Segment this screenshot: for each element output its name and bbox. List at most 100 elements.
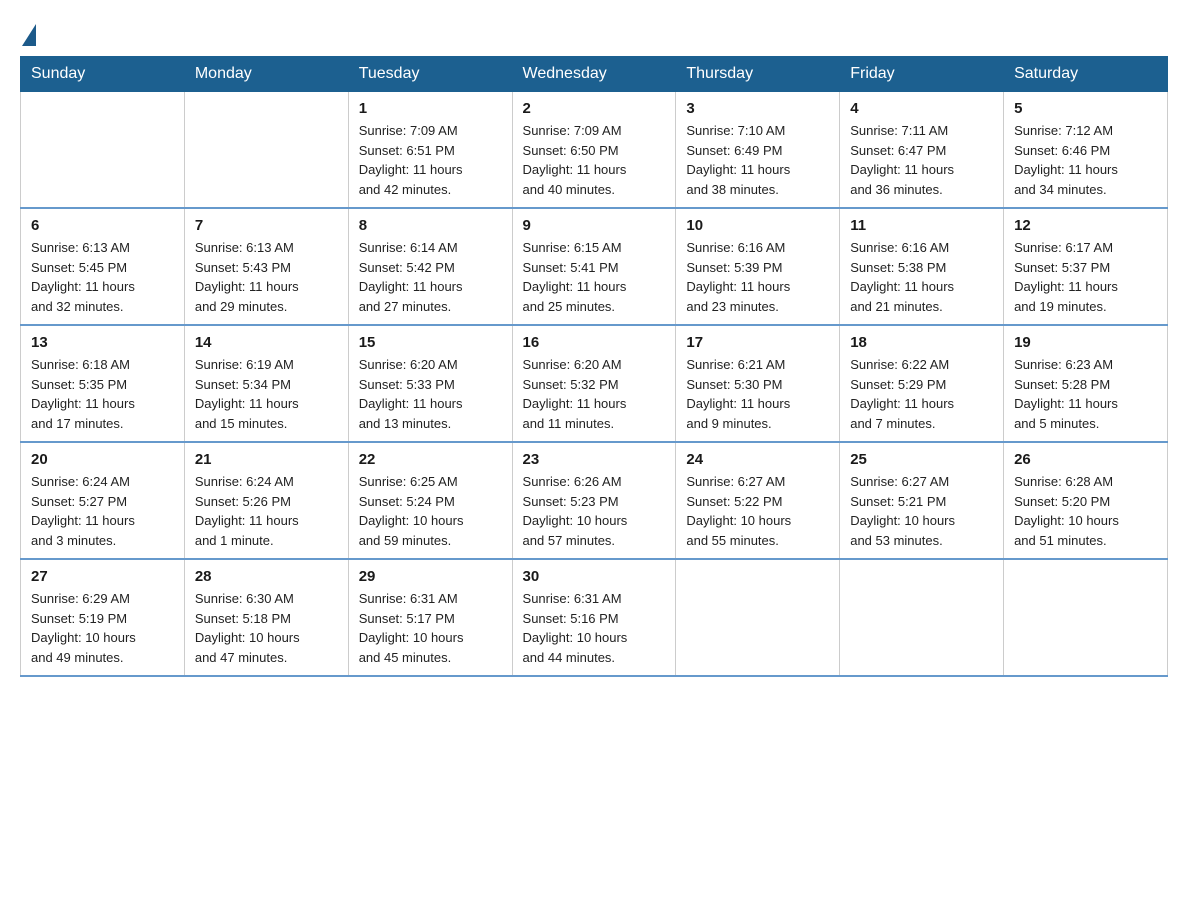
day-number: 4: [850, 100, 993, 117]
day-number: 9: [523, 217, 666, 234]
day-number: 11: [850, 217, 993, 234]
day-info: Sunrise: 6:13 AM Sunset: 5:43 PM Dayligh…: [195, 238, 338, 316]
calendar-week-5: 27 Sunrise: 6:29 AM Sunset: 5:19 PM Dayli…: [21, 559, 1168, 676]
day-number: 7: [195, 217, 338, 234]
day-number: 12: [1014, 217, 1157, 234]
day-info: Sunrise: 6:15 AM Sunset: 5:41 PM Dayligh…: [523, 238, 666, 316]
day-number: 25: [850, 451, 993, 468]
day-info: Sunrise: 6:27 AM Sunset: 5:21 PM Dayligh…: [850, 472, 993, 550]
day-number: 10: [686, 217, 829, 234]
calendar-cell: 15Sunrise: 6:20 AM Sunset: 5:33 PM Dayli…: [348, 325, 512, 442]
calendar-week-3: 13 Sunrise: 6:18 AM Sunset: 5:35 PM Dayli…: [21, 325, 1168, 442]
calendar-cell: 5 Sunrise: 7:12 AM Sunset: 6:46 PM Daylig…: [1004, 92, 1168, 209]
day-number: 27: [31, 568, 174, 585]
calendar-cell: [840, 559, 1004, 676]
page-header: [20, 20, 1168, 44]
calendar-cell: 9 Sunrise: 6:15 AM Sunset: 5:41 PM Daylig…: [512, 208, 676, 325]
calendar-cell: 27 Sunrise: 6:29 AM Sunset: 5:19 PM Dayli…: [21, 559, 185, 676]
day-info: Sunrise: 7:10 AM Sunset: 6:49 PM Dayligh…: [686, 121, 829, 199]
day-info: Sunrise: 6:31 AM Sunset: 5:17 PM Dayligh…: [359, 589, 502, 667]
day-number: 21: [195, 451, 338, 468]
day-info: Sunrise: 6:25 AM Sunset: 5:24 PM Dayligh…: [359, 472, 502, 550]
day-info: Sunrise: 6:28 AM Sunset: 5:20 PM Dayligh…: [1014, 472, 1157, 550]
day-number: 13: [31, 334, 174, 351]
day-info: Sunrise: 6:19 AM Sunset: 5:34 PM Dayligh…: [195, 355, 338, 433]
calendar-cell: 2 Sunrise: 7:09 AM Sunset: 6:50 PM Daylig…: [512, 92, 676, 209]
calendar-cell: 23 Sunrise: 6:26 AM Sunset: 5:23 PM Dayli…: [512, 442, 676, 559]
day-info: Sunrise: 6:31 AM Sunset: 5:16 PM Dayligh…: [523, 589, 666, 667]
day-number: 15: [359, 334, 502, 351]
day-info: Sunrise: 6:26 AM Sunset: 5:23 PM Dayligh…: [523, 472, 666, 550]
day-number: 14: [195, 334, 338, 351]
day-info: Sunrise: 6:16 AM Sunset: 5:38 PM Dayligh…: [850, 238, 993, 316]
day-number: 23: [523, 451, 666, 468]
calendar-cell: 1 Sunrise: 7:09 AM Sunset: 6:51 PM Daylig…: [348, 92, 512, 209]
day-info: Sunrise: 6:23 AM Sunset: 5:28 PM Dayligh…: [1014, 355, 1157, 433]
calendar-cell: 25 Sunrise: 6:27 AM Sunset: 5:21 PM Dayli…: [840, 442, 1004, 559]
day-info: Sunrise: 6:21 AM Sunset: 5:30 PM Dayligh…: [686, 355, 829, 433]
day-info: Sunrise: 6:20 AM Sunset: 5:32 PM Dayligh…: [523, 355, 666, 433]
calendar-cell: 4 Sunrise: 7:11 AM Sunset: 6:47 PM Daylig…: [840, 92, 1004, 209]
day-info: Sunrise: 6:13 AM Sunset: 5:45 PM Dayligh…: [31, 238, 174, 316]
calendar-cell: 28 Sunrise: 6:30 AM Sunset: 5:18 PM Dayli…: [184, 559, 348, 676]
calendar-cell: [676, 559, 840, 676]
weekday-header-sunday: Sunday: [21, 57, 185, 92]
day-info: Sunrise: 6:24 AM Sunset: 5:26 PM Dayligh…: [195, 472, 338, 550]
day-number: 16: [523, 334, 666, 351]
calendar-cell: 16 Sunrise: 6:20 AM Sunset: 5:32 PM Dayli…: [512, 325, 676, 442]
weekday-header-wednesday: Wednesday: [512, 57, 676, 92]
calendar-week-2: 6 Sunrise: 6:13 AM Sunset: 5:45 PM Daylig…: [21, 208, 1168, 325]
calendar-cell: 26 Sunrise: 6:28 AM Sunset: 5:20 PM Dayli…: [1004, 442, 1168, 559]
day-info: Sunrise: 7:09 AM Sunset: 6:50 PM Dayligh…: [523, 121, 666, 199]
calendar-cell: 3Sunrise: 7:10 AM Sunset: 6:49 PM Daylig…: [676, 92, 840, 209]
calendar-cell: 11 Sunrise: 6:16 AM Sunset: 5:38 PM Dayli…: [840, 208, 1004, 325]
day-number: 5: [1014, 100, 1157, 117]
day-number: 18: [850, 334, 993, 351]
day-info: Sunrise: 7:11 AM Sunset: 6:47 PM Dayligh…: [850, 121, 993, 199]
day-number: 2: [523, 100, 666, 117]
day-number: 22: [359, 451, 502, 468]
day-number: 28: [195, 568, 338, 585]
day-info: Sunrise: 6:24 AM Sunset: 5:27 PM Dayligh…: [31, 472, 174, 550]
day-number: 30: [523, 568, 666, 585]
day-number: 19: [1014, 334, 1157, 351]
calendar-week-4: 20 Sunrise: 6:24 AM Sunset: 5:27 PM Dayli…: [21, 442, 1168, 559]
day-info: Sunrise: 7:12 AM Sunset: 6:46 PM Dayligh…: [1014, 121, 1157, 199]
calendar-cell: [1004, 559, 1168, 676]
weekday-header-thursday: Thursday: [676, 57, 840, 92]
calendar-cell: 22 Sunrise: 6:25 AM Sunset: 5:24 PM Dayli…: [348, 442, 512, 559]
day-info: Sunrise: 6:17 AM Sunset: 5:37 PM Dayligh…: [1014, 238, 1157, 316]
weekday-header-friday: Friday: [840, 57, 1004, 92]
logo: [20, 20, 52, 44]
calendar-cell: 13 Sunrise: 6:18 AM Sunset: 5:35 PM Dayli…: [21, 325, 185, 442]
day-info: Sunrise: 6:22 AM Sunset: 5:29 PM Dayligh…: [850, 355, 993, 433]
day-number: 8: [359, 217, 502, 234]
calendar-cell: 14 Sunrise: 6:19 AM Sunset: 5:34 PM Dayli…: [184, 325, 348, 442]
calendar-cell: [21, 92, 185, 209]
calendar-cell: 12 Sunrise: 6:17 AM Sunset: 5:37 PM Dayli…: [1004, 208, 1168, 325]
day-number: 17: [686, 334, 829, 351]
day-info: Sunrise: 6:27 AM Sunset: 5:22 PM Dayligh…: [686, 472, 829, 550]
day-number: 26: [1014, 451, 1157, 468]
day-info: Sunrise: 6:30 AM Sunset: 5:18 PM Dayligh…: [195, 589, 338, 667]
day-number: 20: [31, 451, 174, 468]
day-info: Sunrise: 7:09 AM Sunset: 6:51 PM Dayligh…: [359, 121, 502, 199]
calendar-cell: 19 Sunrise: 6:23 AM Sunset: 5:28 PM Dayli…: [1004, 325, 1168, 442]
day-number: 29: [359, 568, 502, 585]
day-number: 1: [359, 100, 502, 117]
calendar-table: SundayMondayTuesdayWednesdayThursdayFrid…: [20, 56, 1168, 677]
weekday-header-monday: Monday: [184, 57, 348, 92]
day-info: Sunrise: 6:14 AM Sunset: 5:42 PM Dayligh…: [359, 238, 502, 316]
calendar-cell: 8 Sunrise: 6:14 AM Sunset: 5:42 PM Daylig…: [348, 208, 512, 325]
calendar-cell: 6 Sunrise: 6:13 AM Sunset: 5:45 PM Daylig…: [21, 208, 185, 325]
day-number: 24: [686, 451, 829, 468]
weekday-header-tuesday: Tuesday: [348, 57, 512, 92]
calendar-cell: 10Sunrise: 6:16 AM Sunset: 5:39 PM Dayli…: [676, 208, 840, 325]
day-info: Sunrise: 6:18 AM Sunset: 5:35 PM Dayligh…: [31, 355, 174, 433]
day-info: Sunrise: 6:29 AM Sunset: 5:19 PM Dayligh…: [31, 589, 174, 667]
calendar-cell: [184, 92, 348, 209]
calendar-week-1: 1 Sunrise: 7:09 AM Sunset: 6:51 PM Daylig…: [21, 92, 1168, 209]
day-number: 6: [31, 217, 174, 234]
calendar-cell: 7 Sunrise: 6:13 AM Sunset: 5:43 PM Daylig…: [184, 208, 348, 325]
weekday-header-saturday: Saturday: [1004, 57, 1168, 92]
